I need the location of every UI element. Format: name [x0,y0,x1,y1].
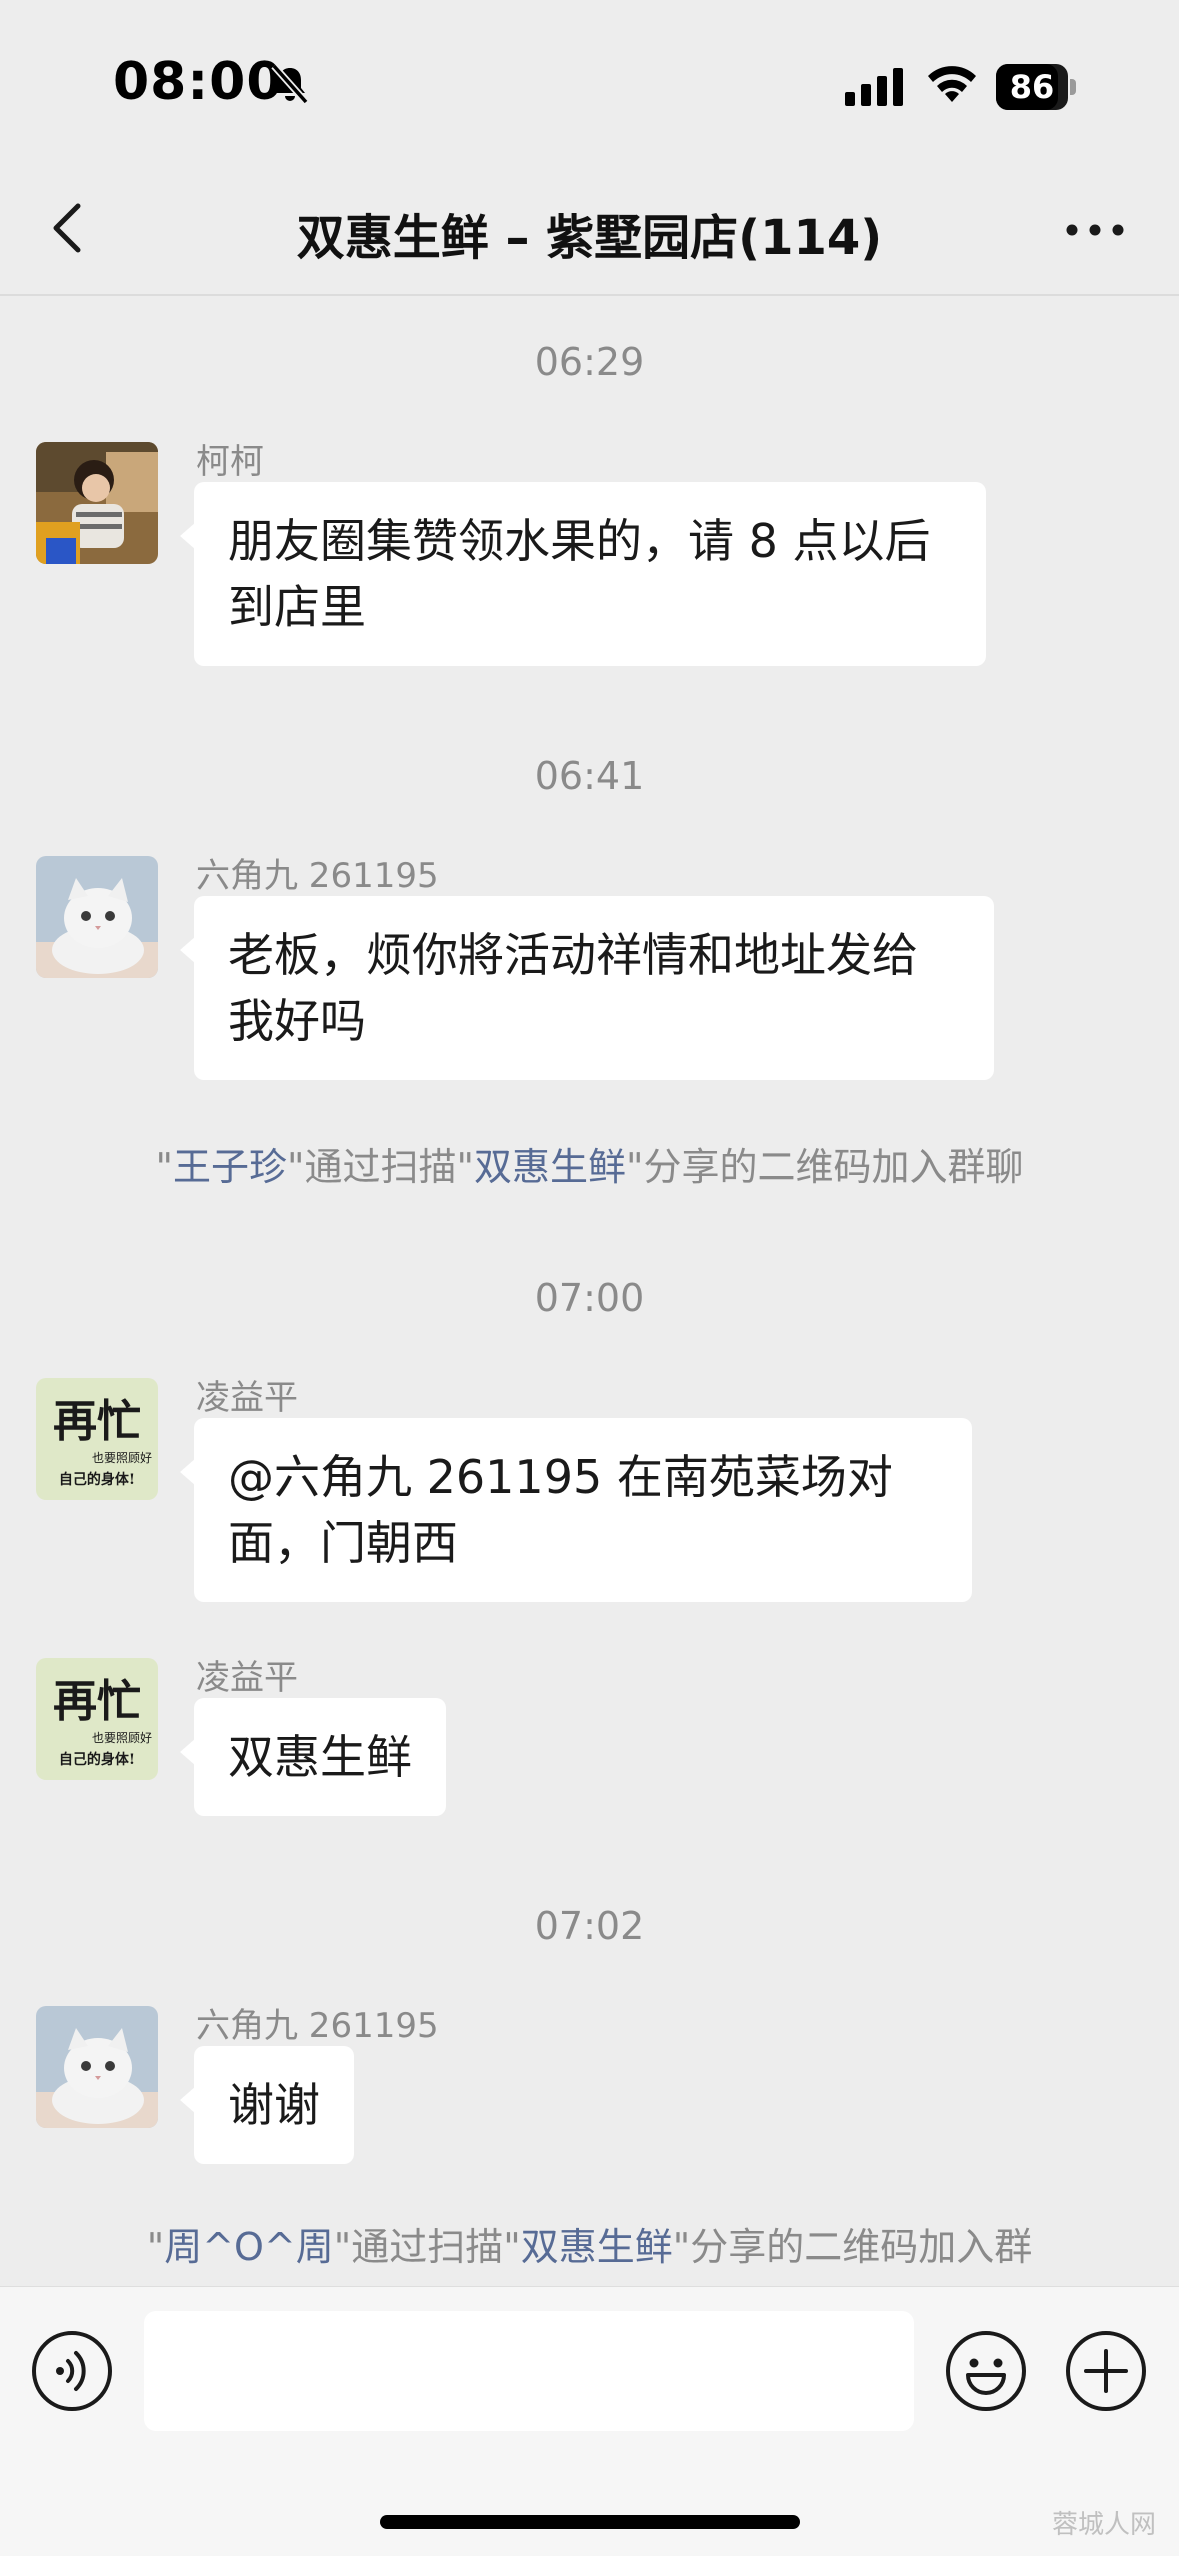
svg-text:也要照顾好: 也要照顾好 [92,1451,152,1465]
emoji-icon[interactable] [944,2329,1028,2413]
sender-name: 凌益平 [196,1378,298,1418]
watermark: 蓉城人网 [1052,2510,1157,2540]
chat-title: 双惠生鲜 – 紫墅园店(114) [296,210,883,266]
user-link[interactable]: 双惠生鲜 [474,1145,626,1189]
battery-icon: 86 [996,64,1076,110]
message-bubble[interactable]: 朋友圈集赞领水果的，请 8 点以后到店里 [180,482,986,666]
more-icon[interactable] [1060,200,1130,260]
user-link[interactable]: 王子珍 [173,1145,287,1189]
svg-text:自己的身体!: 自己的身体! [59,1471,135,1488]
avatar-calligraphy-title: 再忙 [53,1396,141,1447]
message-input[interactable] [144,2311,914,2431]
sender-name: 凌益平 [196,1658,298,1698]
home-indicator[interactable] [380,2515,800,2529]
sender-name: 六角九 261195 [196,2006,439,2046]
message-bubble[interactable]: @六角九 261195 在南苑菜场对面，门朝西 [180,1418,972,1602]
svg-text:自己的身体!: 自己的身体! [59,1751,135,1768]
signal-icon [845,68,903,106]
timestamp: 06:29 [534,340,645,384]
back-icon[interactable] [40,196,100,260]
avatar[interactable] [36,2006,158,2128]
status-time: 08:00 [113,52,284,112]
timestamp: 06:41 [534,754,645,798]
system-notice: "周^O^周"通过扫描"双惠生鲜"分享的二维码加入群 [146,2225,1033,2269]
message-bubble[interactable]: 双惠生鲜 [180,1698,446,1816]
sender-name: 柯柯 [196,442,264,482]
timestamp: 07:00 [534,1276,645,1320]
sender-name: 六角九 261195 [196,856,439,896]
svg-text:再忙: 再忙 [53,1676,141,1727]
user-link[interactable]: 双惠生鲜 [521,2225,673,2269]
voice-icon[interactable] [30,2329,114,2413]
user-link[interactable]: 周^O^周 [164,2225,334,2269]
wifi-icon [928,66,976,102]
input-bar [0,2286,1179,2556]
message-list[interactable]: 06:29 柯柯 朋友圈集赞领水果的，请 8 点以后到店里 06:41 六角九 … [0,298,1179,2286]
message-bubble[interactable]: 谢谢 [180,2046,354,2164]
avatar[interactable] [36,442,158,564]
plus-icon[interactable] [1064,2329,1148,2413]
avatar[interactable] [36,856,158,978]
bell-slash-icon [271,63,309,105]
system-notice: "王子珍"通过扫描"双惠生鲜"分享的二维码加入群聊 [155,1145,1024,1189]
message-bubble[interactable]: 老板，烦你將活动祥情和地址发给我好吗 [180,896,994,1080]
status-bar: 08:00 86 [0,0,1179,160]
chat-screen: 08:00 86 双惠生鲜 – 紫墅园店(114) 06:29 柯柯 朋友圈集赞… [0,0,1179,2556]
nav-bar: 双惠生鲜 – 紫墅园店(114) [0,160,1179,296]
avatar[interactable]: 再忙 也要照顾好 自己的身体! [36,1658,158,1780]
avatar[interactable]: 再忙 也要照顾好 自己的身体! [36,1378,158,1500]
svg-text:也要照顾好: 也要照顾好 [92,1731,152,1745]
timestamp: 07:02 [534,1904,645,1948]
battery-percent: 86 [1009,68,1055,106]
